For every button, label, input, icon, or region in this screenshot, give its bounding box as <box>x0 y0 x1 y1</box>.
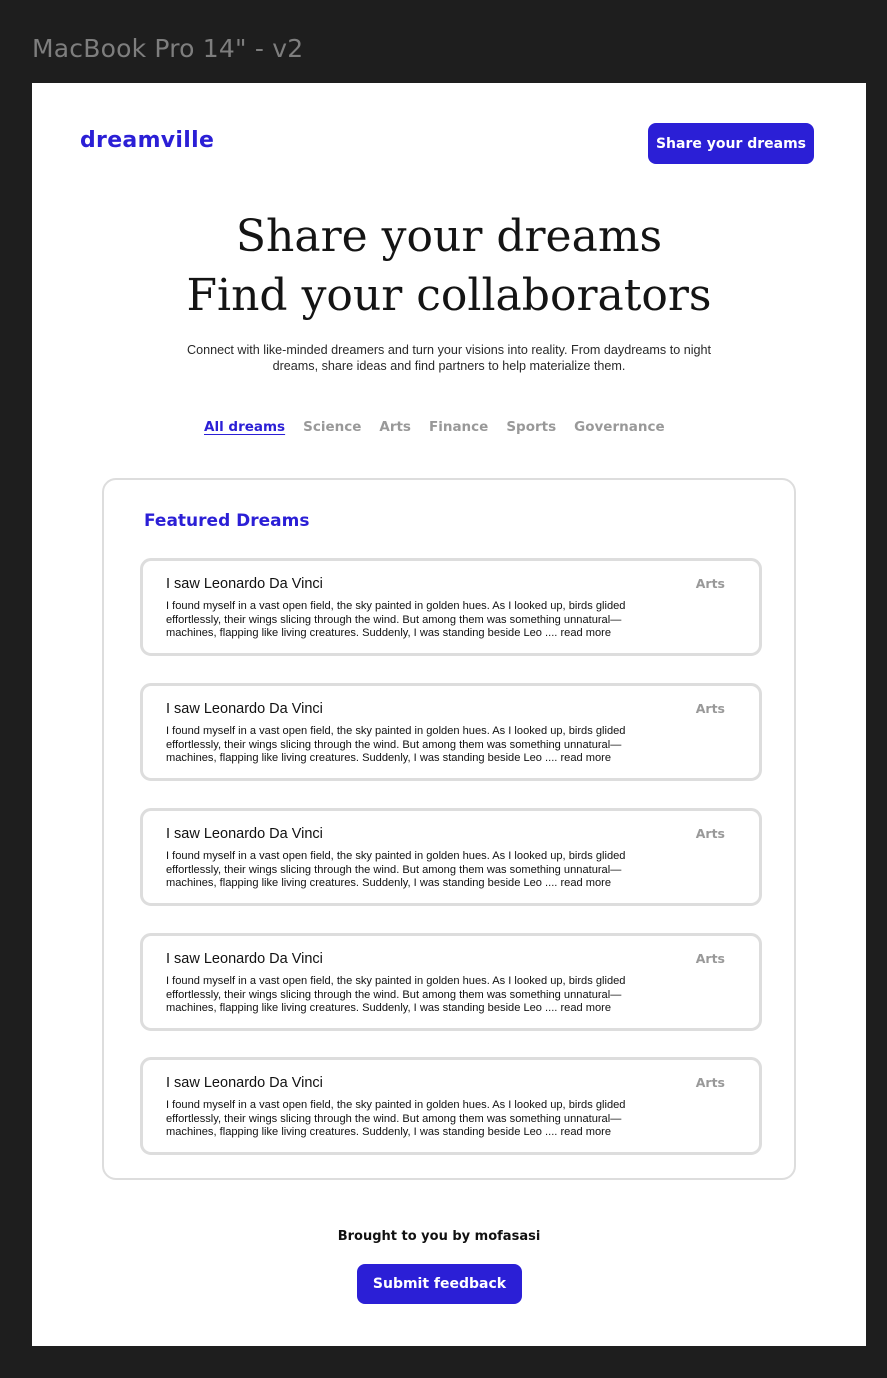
dreamville-page: dreamville Share your dreams Share your … <box>32 83 866 1346</box>
dream-card-category: Arts <box>695 701 725 716</box>
category-tabs: All dreams Science Arts Finance Sports G… <box>204 418 665 436</box>
dream-card-title: I saw Leonardo Da Vinci <box>166 1075 323 1091</box>
dream-card-category: Arts <box>695 1075 725 1090</box>
tab-governance[interactable]: Governance <box>574 419 664 435</box>
dream-card-body: I found myself in a vast open field, the… <box>166 725 626 764</box>
tab-science[interactable]: Science <box>303 419 361 435</box>
frame-label: MacBook Pro 14" - v2 <box>32 34 304 63</box>
dream-card-body: I found myself in a vast open field, the… <box>166 975 626 1014</box>
dream-card-title: I saw Leonardo Da Vinci <box>166 576 323 592</box>
dream-card-body: I found myself in a vast open field, the… <box>166 600 626 639</box>
dream-card-body: I found myself in a vast open field, the… <box>166 1099 626 1138</box>
dream-card-category: Arts <box>695 576 725 591</box>
submit-feedback-button[interactable]: Submit feedback <box>357 1264 522 1304</box>
dream-card-title: I saw Leonardo Da Vinci <box>166 826 323 842</box>
dream-card-body: I found myself in a vast open field, the… <box>166 850 626 889</box>
dream-card[interactable]: I saw Leonardo Da Vinci Arts I found mys… <box>140 808 762 906</box>
featured-dreams-panel: Featured Dreams I saw Leonardo Da Vinci … <box>102 478 796 1180</box>
featured-heading: Featured Dreams <box>144 511 310 531</box>
tab-finance[interactable]: Finance <box>429 419 488 435</box>
hero-subtitle: Connect with like-minded dreamers and tu… <box>186 343 712 373</box>
dream-card[interactable]: I saw Leonardo Da Vinci Arts I found mys… <box>140 933 762 1031</box>
share-dreams-button[interactable]: Share your dreams <box>648 123 814 164</box>
dream-card[interactable]: I saw Leonardo Da Vinci Arts I found mys… <box>140 683 762 781</box>
dream-card-title: I saw Leonardo Da Vinci <box>166 951 323 967</box>
hero-title-line-1: Share your dreams <box>235 211 663 262</box>
hero-title: Share your dreams Find your collaborator… <box>32 207 866 325</box>
dream-card[interactable]: I saw Leonardo Da Vinci Arts I found mys… <box>140 1057 762 1155</box>
tab-all-dreams[interactable]: All dreams <box>204 419 285 435</box>
dream-card-category: Arts <box>695 826 725 841</box>
brand-logo[interactable]: dreamville <box>80 128 214 153</box>
hero-title-line-2: Find your collaborators <box>186 270 712 321</box>
dream-card-title: I saw Leonardo Da Vinci <box>166 701 323 717</box>
tab-sports[interactable]: Sports <box>506 419 556 435</box>
dream-card[interactable]: I saw Leonardo Da Vinci Arts I found mys… <box>140 558 762 656</box>
footer-credit: Brought to you by mofasasi <box>337 1229 541 1244</box>
dream-card-category: Arts <box>695 951 725 966</box>
tab-arts[interactable]: Arts <box>379 419 411 435</box>
